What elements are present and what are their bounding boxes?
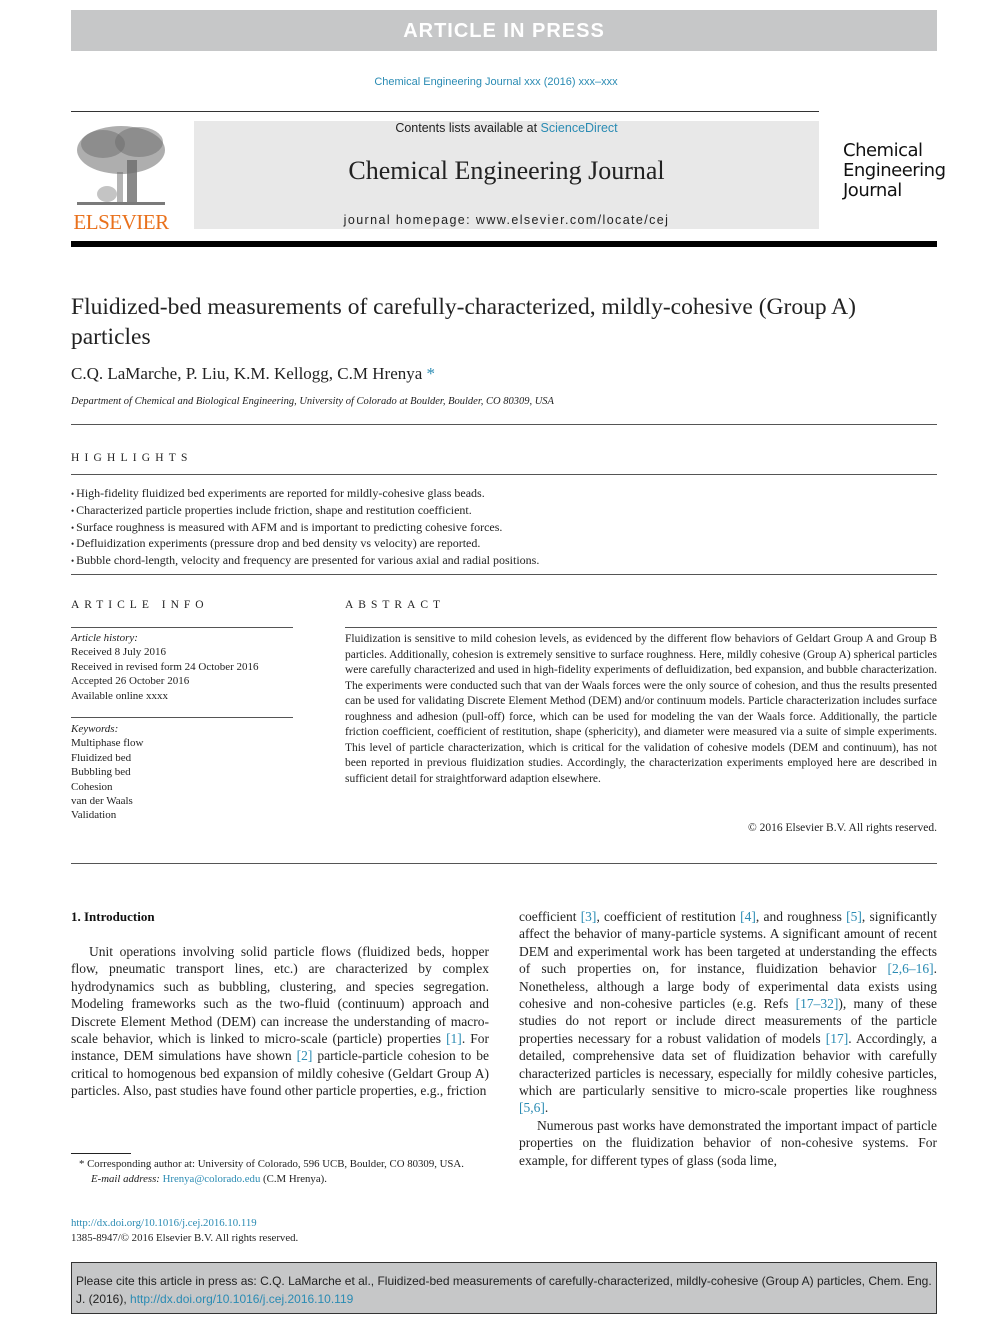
citation-text: Please cite this article in press as: C.…: [76, 1272, 934, 1308]
divider: [71, 424, 937, 425]
keywords-label: Keywords:: [71, 723, 119, 735]
header-top-rule: [71, 111, 819, 112]
citation-link[interactable]: [5]: [846, 909, 862, 924]
keyword: Fluidized bed: [71, 751, 132, 764]
corresponding-author-link[interactable]: *: [427, 364, 436, 383]
highlight-item: Defluidization experiments (pressure dro…: [71, 536, 539, 553]
contents-line: Contents lists available at ScienceDirec…: [194, 121, 819, 135]
journal-logo-line: Chemical: [843, 140, 923, 161]
citation-link[interactable]: [2,6–16]: [888, 961, 934, 976]
abstract-text: Fluidization is sensitive to mild cohesi…: [345, 633, 937, 785]
article-info-heading: ARTICLE INFO: [71, 599, 209, 611]
article-history: Article history: Received 8 July 2016 Re…: [71, 631, 259, 703]
body-text: .: [544, 1100, 549, 1116]
elsevier-wordmark: ELSEVIER: [73, 210, 169, 234]
journal-homepage: journal homepage: www.elsevier.com/locat…: [194, 213, 819, 227]
elsevier-logo[interactable]: ELSEVIER: [71, 122, 169, 234]
citation-link[interactable]: [3]: [581, 909, 597, 924]
paragraph: coefficient [3], coefficient of restitut…: [519, 908, 937, 1117]
divider: [71, 863, 937, 864]
divider: [345, 627, 937, 628]
body-text: , and roughness: [755, 909, 847, 924]
divider: [71, 717, 293, 718]
journal-logo-line: Journal: [843, 180, 902, 201]
citation-doi-link[interactable]: http://dx.doi.org/10.1016/j.cej.2016.10.…: [130, 1292, 353, 1306]
citation-link[interactable]: [17–32]: [796, 996, 839, 1011]
doi-block: http://dx.doi.org/10.1016/j.cej.2016.10.…: [71, 1216, 298, 1245]
highlight-item: Bubble chord-length, velocity and freque…: [71, 553, 539, 570]
header-thick-rule: [71, 241, 937, 247]
corresponding-author-note: * Corresponding author at: University of…: [79, 1158, 464, 1170]
journal-reference-link[interactable]: Chemical Engineering Journal xxx (2016) …: [0, 76, 992, 88]
email-label: E-mail address:: [91, 1173, 163, 1185]
history-label: Article history:: [71, 632, 138, 644]
body-text: coefficient: [519, 909, 581, 924]
journal-name: Chemical Engineering Journal: [348, 156, 665, 185]
email-suffix: (C.M Hrenya).: [260, 1173, 327, 1185]
footnote-rule: [71, 1153, 131, 1154]
author-list: C.Q. LaMarche, P. Liu, K.M. Kellogg, C.M…: [71, 364, 435, 384]
body-text: , coefficient of restitution: [596, 909, 741, 924]
journal-header-box: Contents lists available at ScienceDirec…: [194, 121, 819, 229]
footnote: * Corresponding author at: University of…: [71, 1157, 491, 1187]
article-title: Fluidized-bed measurements of carefully-…: [71, 294, 856, 350]
issn-copyright: 1385-8947/© 2016 Elsevier B.V. All right…: [71, 1231, 299, 1244]
citation-box: Please cite this article in press as: C.…: [71, 1262, 937, 1314]
email-link[interactable]: Hrenya@colorado.edu: [163, 1173, 261, 1185]
sciencedirect-link[interactable]: ScienceDirect: [541, 121, 618, 135]
affiliation: Department of Chemical and Biological En…: [71, 396, 554, 407]
article-in-press-banner: ARTICLE IN PRESS: [71, 10, 937, 51]
history-item: Available online xxxx: [71, 689, 168, 702]
citation-link[interactable]: [4]: [740, 909, 756, 924]
highlights-list: High-fidelity fluidized bed experiments …: [71, 486, 539, 570]
homepage-url-link[interactable]: www.elsevier.com/locate/cej: [476, 213, 669, 227]
journal-logo-line: Engineering: [843, 160, 946, 181]
history-item: Received in revised form 24 October 2016: [71, 660, 259, 673]
history-item: Received 8 July 2016: [71, 646, 167, 659]
section-heading-introduction: 1. Introduction: [71, 909, 155, 924]
keywords: Keywords: Multiphase flow Fluidized bed …: [71, 722, 143, 823]
citation-link[interactable]: [5,6]: [519, 1100, 545, 1115]
keyword: Cohesion: [71, 780, 113, 793]
journal-cover-logo[interactable]: Chemical Engineering Journal: [843, 141, 946, 201]
elsevier-tree-icon: [77, 126, 165, 205]
citation-link[interactable]: [2]: [297, 1048, 313, 1063]
contents-prefix: Contents lists available at: [395, 121, 541, 135]
divider: [71, 474, 937, 475]
paragraph: Numerous past works have demonstrated th…: [519, 1117, 937, 1168]
keyword: van der Waals: [71, 795, 133, 808]
keyword: Bubbling bed: [71, 766, 131, 779]
doi-link[interactable]: http://dx.doi.org/10.1016/j.cej.2016.10.…: [71, 1216, 298, 1231]
highlights-heading: HIGHLIGHTS: [71, 452, 193, 464]
body-column-left: Unit operations involving solid particle…: [71, 943, 489, 1100]
keyword: Multiphase flow: [71, 737, 144, 750]
divider: [71, 627, 293, 628]
authors-text: C.Q. LaMarche, P. Liu, K.M. Kellogg, C.M…: [71, 364, 423, 383]
email-line: E-mail address: Hrenya@colorado.edu (C.M…: [71, 1172, 491, 1187]
body-column-right: coefficient [3], coefficient of restitut…: [519, 908, 937, 1169]
citation-link[interactable]: [1]: [446, 1031, 462, 1046]
citation-link[interactable]: [17]: [826, 1031, 849, 1046]
history-item: Accepted 26 October 2016: [71, 675, 190, 688]
abstract-copyright: © 2016 Elsevier B.V. All rights reserved…: [748, 822, 937, 834]
keyword: Validation: [71, 809, 117, 822]
highlight-item: Characterized particle properties includ…: [71, 503, 539, 520]
highlight-item: High-fidelity fluidized bed experiments …: [71, 486, 539, 503]
divider: [71, 574, 937, 575]
highlight-item: Surface roughness is measured with AFM a…: [71, 520, 539, 537]
abstract-heading: ABSTRACT: [345, 599, 446, 611]
body-text: Unit operations involving solid particle…: [71, 944, 489, 1047]
homepage-prefix: journal homepage:: [343, 213, 476, 227]
